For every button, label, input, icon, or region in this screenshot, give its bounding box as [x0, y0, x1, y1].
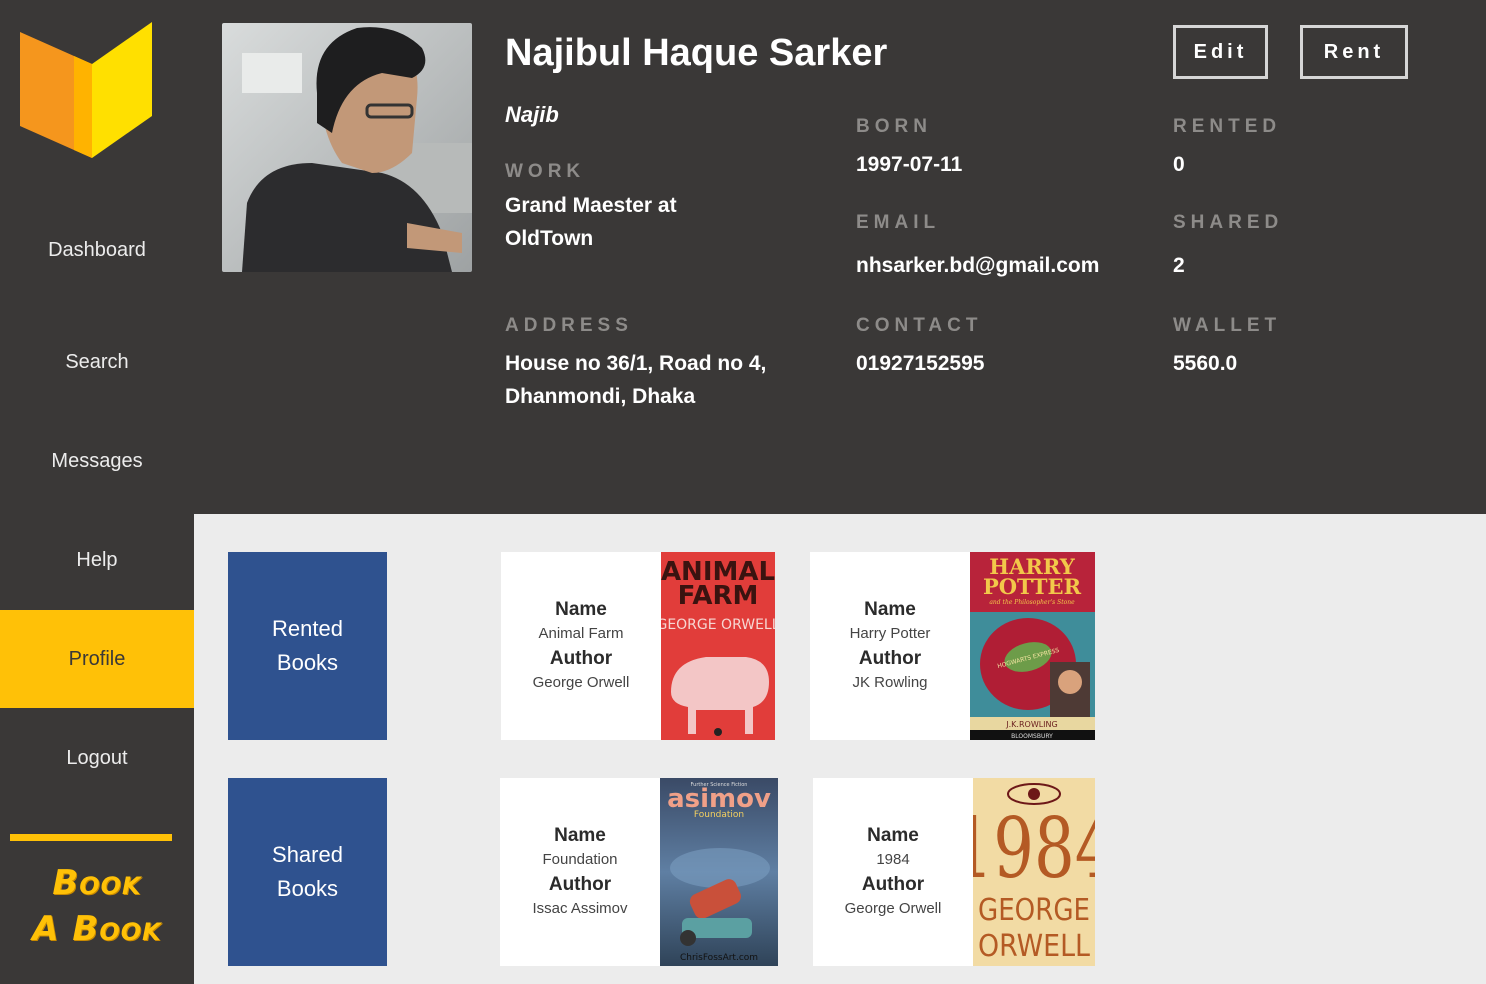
sidebar-item-logout[interactable]: Logout — [0, 709, 194, 807]
rent-button[interactable]: Rent — [1300, 25, 1408, 79]
rented-tile-line-2: Books — [276, 650, 339, 675]
sidebar-item-search[interactable]: Search — [0, 313, 194, 411]
avatar — [222, 23, 472, 272]
app-logo-icon[interactable] — [18, 16, 158, 162]
book-cover-animal-farm: ANIMAL FARM GEORGE ORWELL — [661, 552, 775, 740]
sidebar-item-label: Dashboard — [48, 238, 146, 261]
cover-author-line-2: ORWELL — [978, 929, 1090, 964]
cover-publisher: BLOOMSBURY — [1011, 733, 1053, 740]
shared-label: SHARED — [1173, 212, 1284, 233]
book-cover-1984: 1984 GEORGE ORWELL — [973, 778, 1095, 966]
cover-title-line-2: POTTER — [983, 574, 1082, 599]
cover-title-line-2: FARM — [678, 581, 759, 611]
book-author-label: Author — [548, 874, 612, 895]
work-line-1: Grand Maester at — [505, 194, 677, 217]
book-author: JK Rowling — [852, 674, 928, 691]
book-card-animal-farm[interactable]: Name Animal Farm Author George Orwell AN… — [501, 552, 775, 740]
sidebar-item-label: Profile — [68, 647, 126, 670]
brand-line-2: A Book — [32, 909, 162, 949]
shared-books-tile[interactable]: Shared Books — [228, 778, 387, 966]
brand-wordmark: Book A Book — [0, 860, 194, 952]
book-author: George Orwell — [532, 674, 630, 691]
brand-divider — [10, 834, 172, 841]
rented-count: 0 — [1173, 153, 1185, 176]
book-cover-image-icon: ANIMAL FARM GEORGE ORWELL — [661, 552, 775, 740]
address-label: ADDRESS — [505, 315, 633, 336]
sidebar-item-dashboard[interactable]: Dashboard — [0, 201, 194, 299]
work-line-2: OldTown — [505, 227, 594, 250]
book-card-1984[interactable]: Name 1984 Author George Orwell 1984 GEOR… — [813, 778, 1095, 966]
book-card-harry-potter[interactable]: Name Harry Potter Author JK Rowling HARR… — [810, 552, 1095, 740]
shared-tile-line-2: Books — [276, 876, 339, 901]
book-cover-image-icon: Further Science Fiction asimov Foundatio… — [660, 778, 778, 966]
sidebar-item-label: Logout — [66, 746, 128, 769]
book-author-label: Author — [858, 648, 922, 669]
cover-author-line-1: GEORGE — [978, 893, 1090, 928]
book-name-label: Name — [554, 825, 606, 846]
sidebar-item-label: Messages — [51, 449, 143, 472]
cover-author: GEORGE ORWELL — [661, 617, 775, 633]
email-label: EMAIL — [856, 212, 941, 233]
sidebar-item-profile[interactable]: Profile — [0, 610, 194, 708]
book-name-label: Name — [864, 599, 916, 620]
cover-subtitle: and the Philosopher's Stone — [989, 599, 1075, 606]
sidebar-item-messages[interactable]: Messages — [0, 412, 194, 510]
book-author-label: Author — [549, 648, 613, 669]
sidebar-item-label: Search — [65, 350, 129, 373]
app-root: Dashboard Search Messages Help Profile L… — [0, 0, 1486, 984]
rented-label: RENTED — [1173, 116, 1282, 137]
book-cover-foundation: Further Science Fiction asimov Foundatio… — [660, 778, 778, 966]
profile-nickname: Najib — [505, 102, 559, 127]
address-value: House no 36/1, Road no 4, Dhanmondi, Dha… — [505, 347, 766, 413]
work-value: Grand Maester at OldTown — [505, 189, 677, 255]
profile-name: Najibul Haque Sarker — [505, 32, 888, 74]
book-author-label: Author — [861, 874, 925, 895]
book-name: Animal Farm — [538, 625, 624, 642]
wallet-label: WALLET — [1173, 315, 1282, 336]
book-info: Name Animal Farm Author George Orwell — [501, 552, 661, 740]
work-label: WORK — [505, 161, 586, 182]
book-author: Issac Assimov — [532, 900, 628, 917]
contact-value: 01927152595 — [856, 352, 985, 375]
book-author: George Orwell — [844, 900, 942, 917]
contact-label: CONTACT — [856, 315, 983, 336]
shared-tile-line-1: Shared — [272, 842, 343, 867]
book-name-label: Name — [555, 599, 607, 620]
book-name-label: Name — [867, 825, 919, 846]
book-name: Harry Potter — [849, 625, 931, 642]
sidebar-item-label: Help — [76, 548, 118, 571]
email-value: nhsarker.bd@gmail.com — [856, 254, 1100, 277]
book-card-foundation[interactable]: Name Foundation Author Issac Assimov Fur… — [500, 778, 778, 966]
book-cover-image-icon: HARRY POTTER and the Philosopher's Stone… — [970, 552, 1095, 740]
book-info: Name Foundation Author Issac Assimov — [500, 778, 660, 966]
rented-tile-line-1: Rented — [272, 616, 343, 641]
wallet-value: 5560.0 — [1173, 352, 1238, 375]
edit-button[interactable]: Edit — [1173, 25, 1268, 79]
cover-subtitle: Foundation — [694, 810, 744, 820]
address-line-2: Dhanmondi, Dhaka — [505, 385, 696, 408]
book-cover-image-icon: 1984 GEORGE ORWELL — [973, 778, 1095, 966]
cover-title: 1984 — [973, 799, 1095, 897]
address-line-1: House no 36/1, Road no 4, — [505, 352, 767, 375]
book-cover-harry-potter: HARRY POTTER and the Philosopher's Stone… — [970, 552, 1095, 740]
brand-line-1: Book — [52, 863, 142, 903]
rented-books-tile[interactable]: Rented Books — [228, 552, 387, 740]
shared-count: 2 — [1173, 254, 1185, 277]
sidebar-item-help[interactable]: Help — [0, 511, 194, 609]
book-info: Name Harry Potter Author JK Rowling — [810, 552, 970, 740]
sidebar: Dashboard Search Messages Help Profile L… — [0, 0, 194, 984]
cover-credit: ChrisFossArt.com — [680, 953, 758, 963]
book-info: Name 1984 Author George Orwell — [813, 778, 973, 966]
avatar-photo-icon — [222, 23, 472, 272]
born-label: BORN — [856, 116, 932, 137]
cover-author: J.K.ROWLING — [1005, 720, 1057, 729]
born-value: 1997-07-11 — [856, 153, 963, 176]
book-name: 1984 — [876, 851, 910, 868]
book-name: Foundation — [542, 851, 618, 868]
books-panel: Rented Books Shared Books Name Animal Fa… — [194, 514, 1486, 984]
